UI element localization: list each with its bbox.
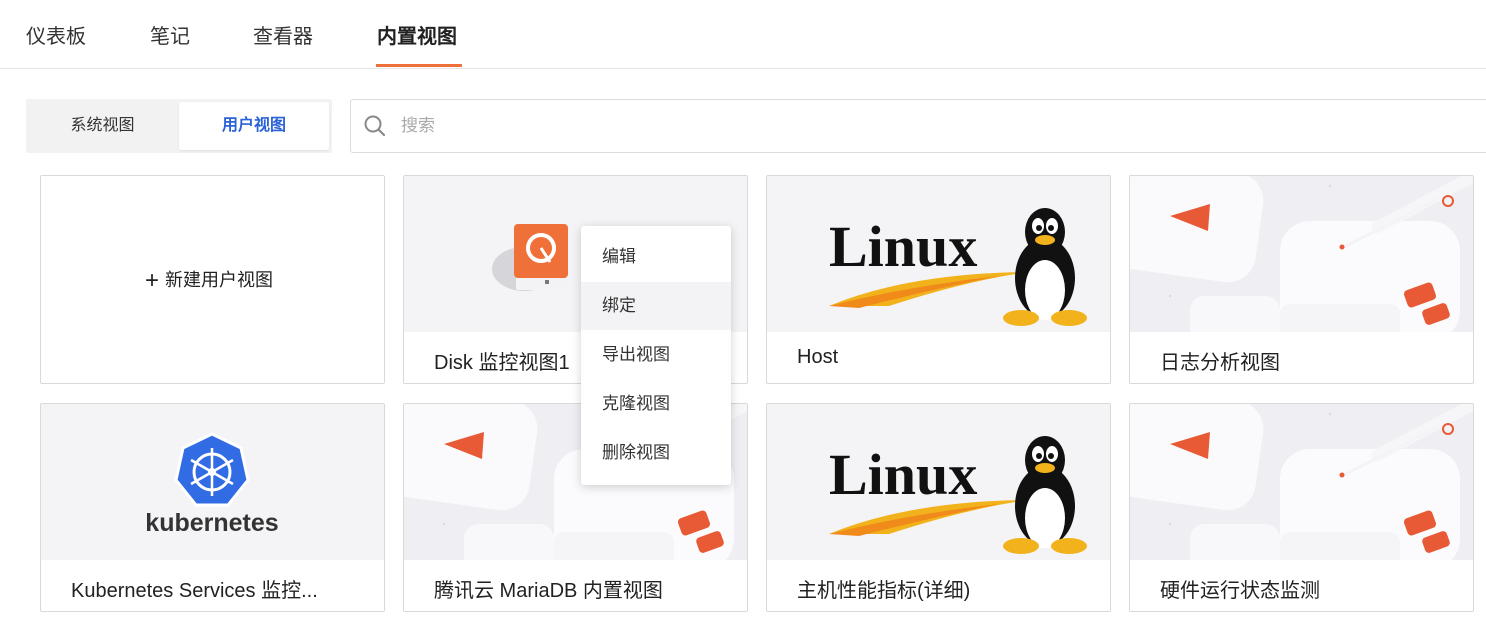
kubernetes-logo: kubernetes <box>145 432 279 537</box>
menu-item-clone[interactable]: 克隆视图 <box>581 380 731 428</box>
tab-builtin-views[interactable]: 内置视图 <box>377 20 457 49</box>
view-card[interactable]: 日志分析视图 <box>1129 175 1474 384</box>
linux-logo <box>767 404 1110 560</box>
view-type-switch: 系统视图 用户视图 <box>26 99 332 153</box>
tab-notes[interactable]: 笔记 <box>150 20 190 49</box>
system-views-button[interactable]: 系统视图 <box>26 99 179 153</box>
view-thumbnail <box>1130 404 1473 560</box>
menu-item-bind[interactable]: 绑定 <box>581 282 731 330</box>
view-card-title: 日志分析视图 <box>1160 352 1280 374</box>
new-user-view-button[interactable]: + 新建用户视图 <box>145 266 273 295</box>
view-card-title: Host <box>797 346 839 368</box>
view-card-title: Kubernetes Services 监控... <box>71 580 318 602</box>
view-thumbnail <box>767 176 1110 332</box>
top-tab-bar: 仪表板 笔记 查看器 内置视图 <box>0 0 1486 69</box>
view-thumbnail <box>1130 176 1473 332</box>
menu-item-export[interactable]: 导出视图 <box>581 331 731 379</box>
search-input[interactable] <box>399 110 1303 142</box>
view-thumbnail <box>767 404 1110 560</box>
linux-logo <box>767 176 1110 332</box>
view-card-title: 腾讯云 MariaDB 内置视图 <box>434 580 663 602</box>
view-card-title: 硬件运行状态监测 <box>1160 580 1320 602</box>
new-user-view-label: 新建用户视图 <box>165 270 274 290</box>
view-card-title: 主机性能指标(详细) <box>797 580 971 602</box>
tab-dashboard[interactable]: 仪表板 <box>26 20 86 49</box>
plus-icon: + <box>145 267 160 294</box>
view-card[interactable]: kubernetes Kubernetes Services 监控... <box>40 403 385 612</box>
new-user-view-card[interactable]: + 新建用户视图 <box>40 175 385 384</box>
view-card[interactable]: 硬件运行状态监测 <box>1129 403 1474 612</box>
search-icon <box>364 115 386 137</box>
search-box <box>350 99 1486 153</box>
view-card-title: Disk 监控视图1 <box>434 352 570 374</box>
illustration-image <box>1130 176 1473 332</box>
tab-viewer[interactable]: 查看器 <box>253 20 313 49</box>
view-card[interactable]: 主机性能指标(详细) <box>766 403 1111 612</box>
view-thumbnail: kubernetes <box>41 404 384 560</box>
kubernetes-logo-text: kubernetes <box>145 509 278 537</box>
view-card[interactable]: Host <box>766 175 1111 384</box>
active-tab-indicator <box>376 64 462 67</box>
user-views-button[interactable]: 用户视图 <box>179 102 329 150</box>
illustration-image <box>1130 404 1473 560</box>
menu-item-delete[interactable]: 删除视图 <box>581 429 731 477</box>
menu-item-edit[interactable]: 编辑 <box>581 233 731 281</box>
card-context-menu: 编辑 绑定 导出视图 克隆视图 删除视图 <box>581 226 731 485</box>
